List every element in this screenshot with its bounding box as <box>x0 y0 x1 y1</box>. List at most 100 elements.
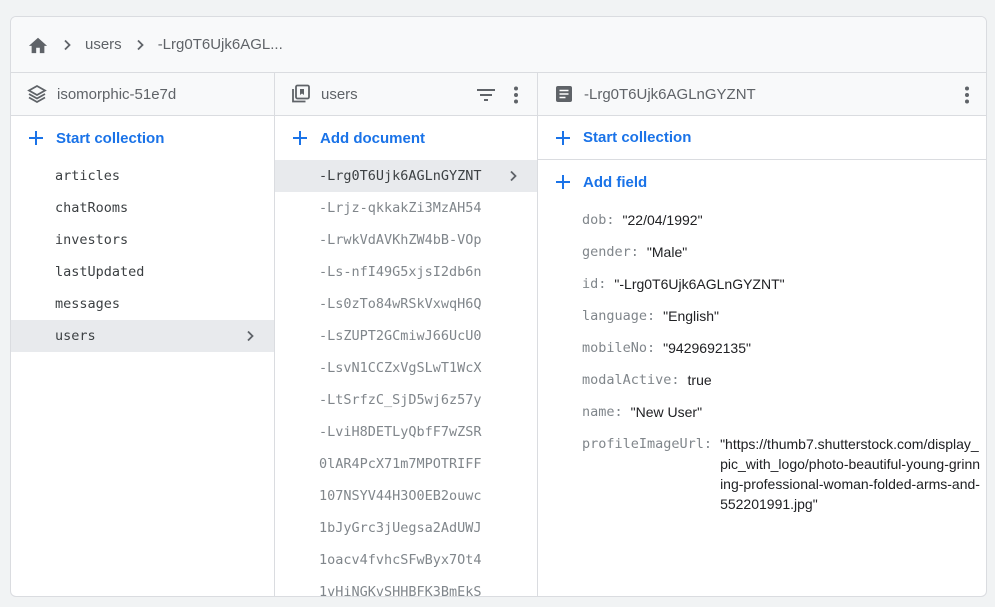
document-panel: -Lrg0T6Ujk6AGLnGYZNT Start collection Ad… <box>538 73 986 596</box>
add-field-label: Add field <box>583 173 648 191</box>
field-key: language <box>582 308 648 324</box>
field-separator: : <box>647 340 656 356</box>
collection-item-label: investors <box>55 232 129 248</box>
start-subcollection-button[interactable]: Start collection <box>538 116 986 160</box>
document-item[interactable]: -Lrjz-qkkakZi3MzAH54 <box>275 192 537 224</box>
document-item-label: 1vHiNGKvSHHBFK3BmEkS <box>319 584 482 596</box>
collection-item-label: articles <box>55 168 121 184</box>
field-row[interactable]: language: "English" <box>582 302 986 334</box>
document-item[interactable]: -Lrg0T6Ujk6AGLnGYZNT <box>275 160 537 192</box>
plus-icon <box>27 129 45 147</box>
chevron-right-icon <box>240 326 260 346</box>
field-row[interactable]: name: "New User" <box>582 398 986 430</box>
collection-item[interactable]: users <box>11 320 274 352</box>
field-row[interactable]: modalActive: true <box>582 366 986 398</box>
plus-icon <box>554 129 572 147</box>
collection-item-label: messages <box>55 296 121 312</box>
field-row[interactable]: profileImageUrl: "https://thumb7.shutters… <box>582 430 986 514</box>
home-icon[interactable] <box>27 34 49 56</box>
document-item[interactable]: -Ls-nfI49G5xjsI2db6n <box>275 256 537 288</box>
document-item-label: -LrwkVdAVKhZW4bB-VOp <box>319 232 482 248</box>
document-item-label: -Lrjz-qkkakZi3MzAH54 <box>319 200 482 216</box>
document-item-label: -Lrg0T6Ujk6AGLnGYZNT <box>319 168 482 184</box>
chevron-right-icon <box>130 35 150 55</box>
document-item-label: -LsZUPT2GCmiwJ66UcU0 <box>319 328 482 344</box>
collection-item-label: chatRooms <box>55 200 129 216</box>
breadcrumb-item-document[interactable]: -Lrg0T6Ujk6AGL... <box>158 36 283 53</box>
document-panel-header: -Lrg0T6Ujk6AGLnGYZNT <box>538 73 986 116</box>
chevron-right-icon <box>503 166 523 186</box>
plus-icon <box>554 173 572 191</box>
field-key: gender <box>582 244 631 260</box>
firebase-project-icon <box>27 84 47 104</box>
document-item[interactable]: 1oacv4fvhcSFwByx7Ot4 <box>275 544 537 576</box>
collection-item-label: users <box>55 328 96 344</box>
start-collection-button[interactable]: Start collection <box>11 116 274 160</box>
document-item-label: -Ls0zTo84wRSkVxwqH6Q <box>319 296 482 312</box>
document-item[interactable]: -LsvN1CCZxVgSLwT1WcX <box>275 352 537 384</box>
project-title: isomorphic-51e7d <box>57 85 177 103</box>
field-key: name <box>582 404 615 420</box>
chevron-right-icon <box>57 35 77 55</box>
documents-list: -Lrg0T6Ujk6AGLnGYZNT -Lrjz-qkkakZi3MzAH54… <box>275 160 537 596</box>
field-separator: : <box>630 244 639 260</box>
document-item[interactable]: 1vHiNGKvSHHBFK3BmEkS <box>275 576 537 596</box>
document-title: -Lrg0T6Ujk6AGLnGYZNT <box>584 85 756 103</box>
collections-list: articles chatRooms investors lastUpdated mes… <box>11 160 274 352</box>
document-item[interactable]: 1bJyGrc3jUegsa2AdUWJ <box>275 512 537 544</box>
document-item-label: -LviH8DETLyQbfF7wZSR <box>319 424 482 440</box>
more-vert-icon[interactable] <box>956 84 978 106</box>
document-item[interactable]: 107NSYV44H3O0EB2ouwc <box>275 480 537 512</box>
field-separator: : <box>671 372 680 388</box>
field-value: "9429692135" <box>663 340 751 356</box>
field-separator: : <box>614 404 623 420</box>
field-separator: : <box>703 436 713 452</box>
document-item[interactable]: -LviH8DETLyQbfF7wZSR <box>275 416 537 448</box>
collection-panel-header: users <box>275 73 537 116</box>
collection-item[interactable]: chatRooms <box>11 192 274 224</box>
field-value: "22/04/1992" <box>622 212 703 228</box>
firestore-data-viewer: users -Lrg0T6Ujk6AGL... isomorphic-51e7d… <box>10 16 987 597</box>
collection-item[interactable]: investors <box>11 224 274 256</box>
document-item-label: 1oacv4fvhcSFwByx7Ot4 <box>319 552 482 568</box>
field-separator: : <box>598 276 607 292</box>
field-key: profileImageUrl <box>582 436 704 452</box>
field-row[interactable]: dob: "22/04/1992" <box>582 206 986 238</box>
start-collection-label: Start collection <box>56 129 165 147</box>
plus-icon <box>291 129 309 147</box>
field-key: mobileNo <box>582 340 648 356</box>
root-panel: isomorphic-51e7d Start collection articl… <box>11 73 275 596</box>
collection-item[interactable]: articles <box>11 160 274 192</box>
filter-icon[interactable] <box>475 84 497 106</box>
document-item[interactable]: -LtSrfzC_SjD5wj6z57y <box>275 384 537 416</box>
field-value: "Male" <box>646 244 688 260</box>
field-row[interactable]: mobileNo: "9429692135" <box>582 334 986 366</box>
collection-item[interactable]: lastUpdated <box>11 256 274 288</box>
document-item[interactable]: -Ls0zTo84wRSkVxwqH6Q <box>275 288 537 320</box>
field-separator: : <box>606 212 615 228</box>
field-value: "New User" <box>630 404 703 420</box>
document-item[interactable]: -LsZUPT2GCmiwJ66UcU0 <box>275 320 537 352</box>
add-document-button[interactable]: Add document <box>275 116 537 160</box>
breadcrumb-item-users[interactable]: users <box>85 36 122 53</box>
document-item-label: 1bJyGrc3jUegsa2AdUWJ <box>319 520 482 536</box>
document-item-label: 0lAR4PcX71m7MPOTRIFF <box>319 456 482 472</box>
field-key: id <box>582 276 599 292</box>
document-item[interactable]: 0lAR4PcX71m7MPOTRIFF <box>275 448 537 480</box>
document-item[interactable]: -LrwkVdAVKhZW4bB-VOp <box>275 224 537 256</box>
field-row[interactable]: id: "-Lrg0T6Ujk6AGLnGYZNT" <box>582 270 986 302</box>
document-icon <box>554 84 574 104</box>
document-item-label: -LtSrfzC_SjD5wj6z57y <box>319 392 482 408</box>
start-subcollection-label: Start collection <box>583 129 692 146</box>
field-value: "https://thumb7.shutterstock.com/display… <box>720 436 981 512</box>
add-field-button[interactable]: Add field <box>538 160 986 204</box>
add-document-label: Add document <box>320 129 425 147</box>
document-item-label: -Ls-nfI49G5xjsI2db6n <box>319 264 482 280</box>
field-value: "English" <box>663 308 720 324</box>
collection-item[interactable]: messages <box>11 288 274 320</box>
document-item-label: 107NSYV44H3O0EB2ouwc <box>319 488 482 504</box>
more-vert-icon[interactable] <box>505 84 527 106</box>
field-row[interactable]: gender: "Male" <box>582 238 986 270</box>
collection-item-label: lastUpdated <box>55 264 145 280</box>
field-value: true <box>687 372 712 388</box>
